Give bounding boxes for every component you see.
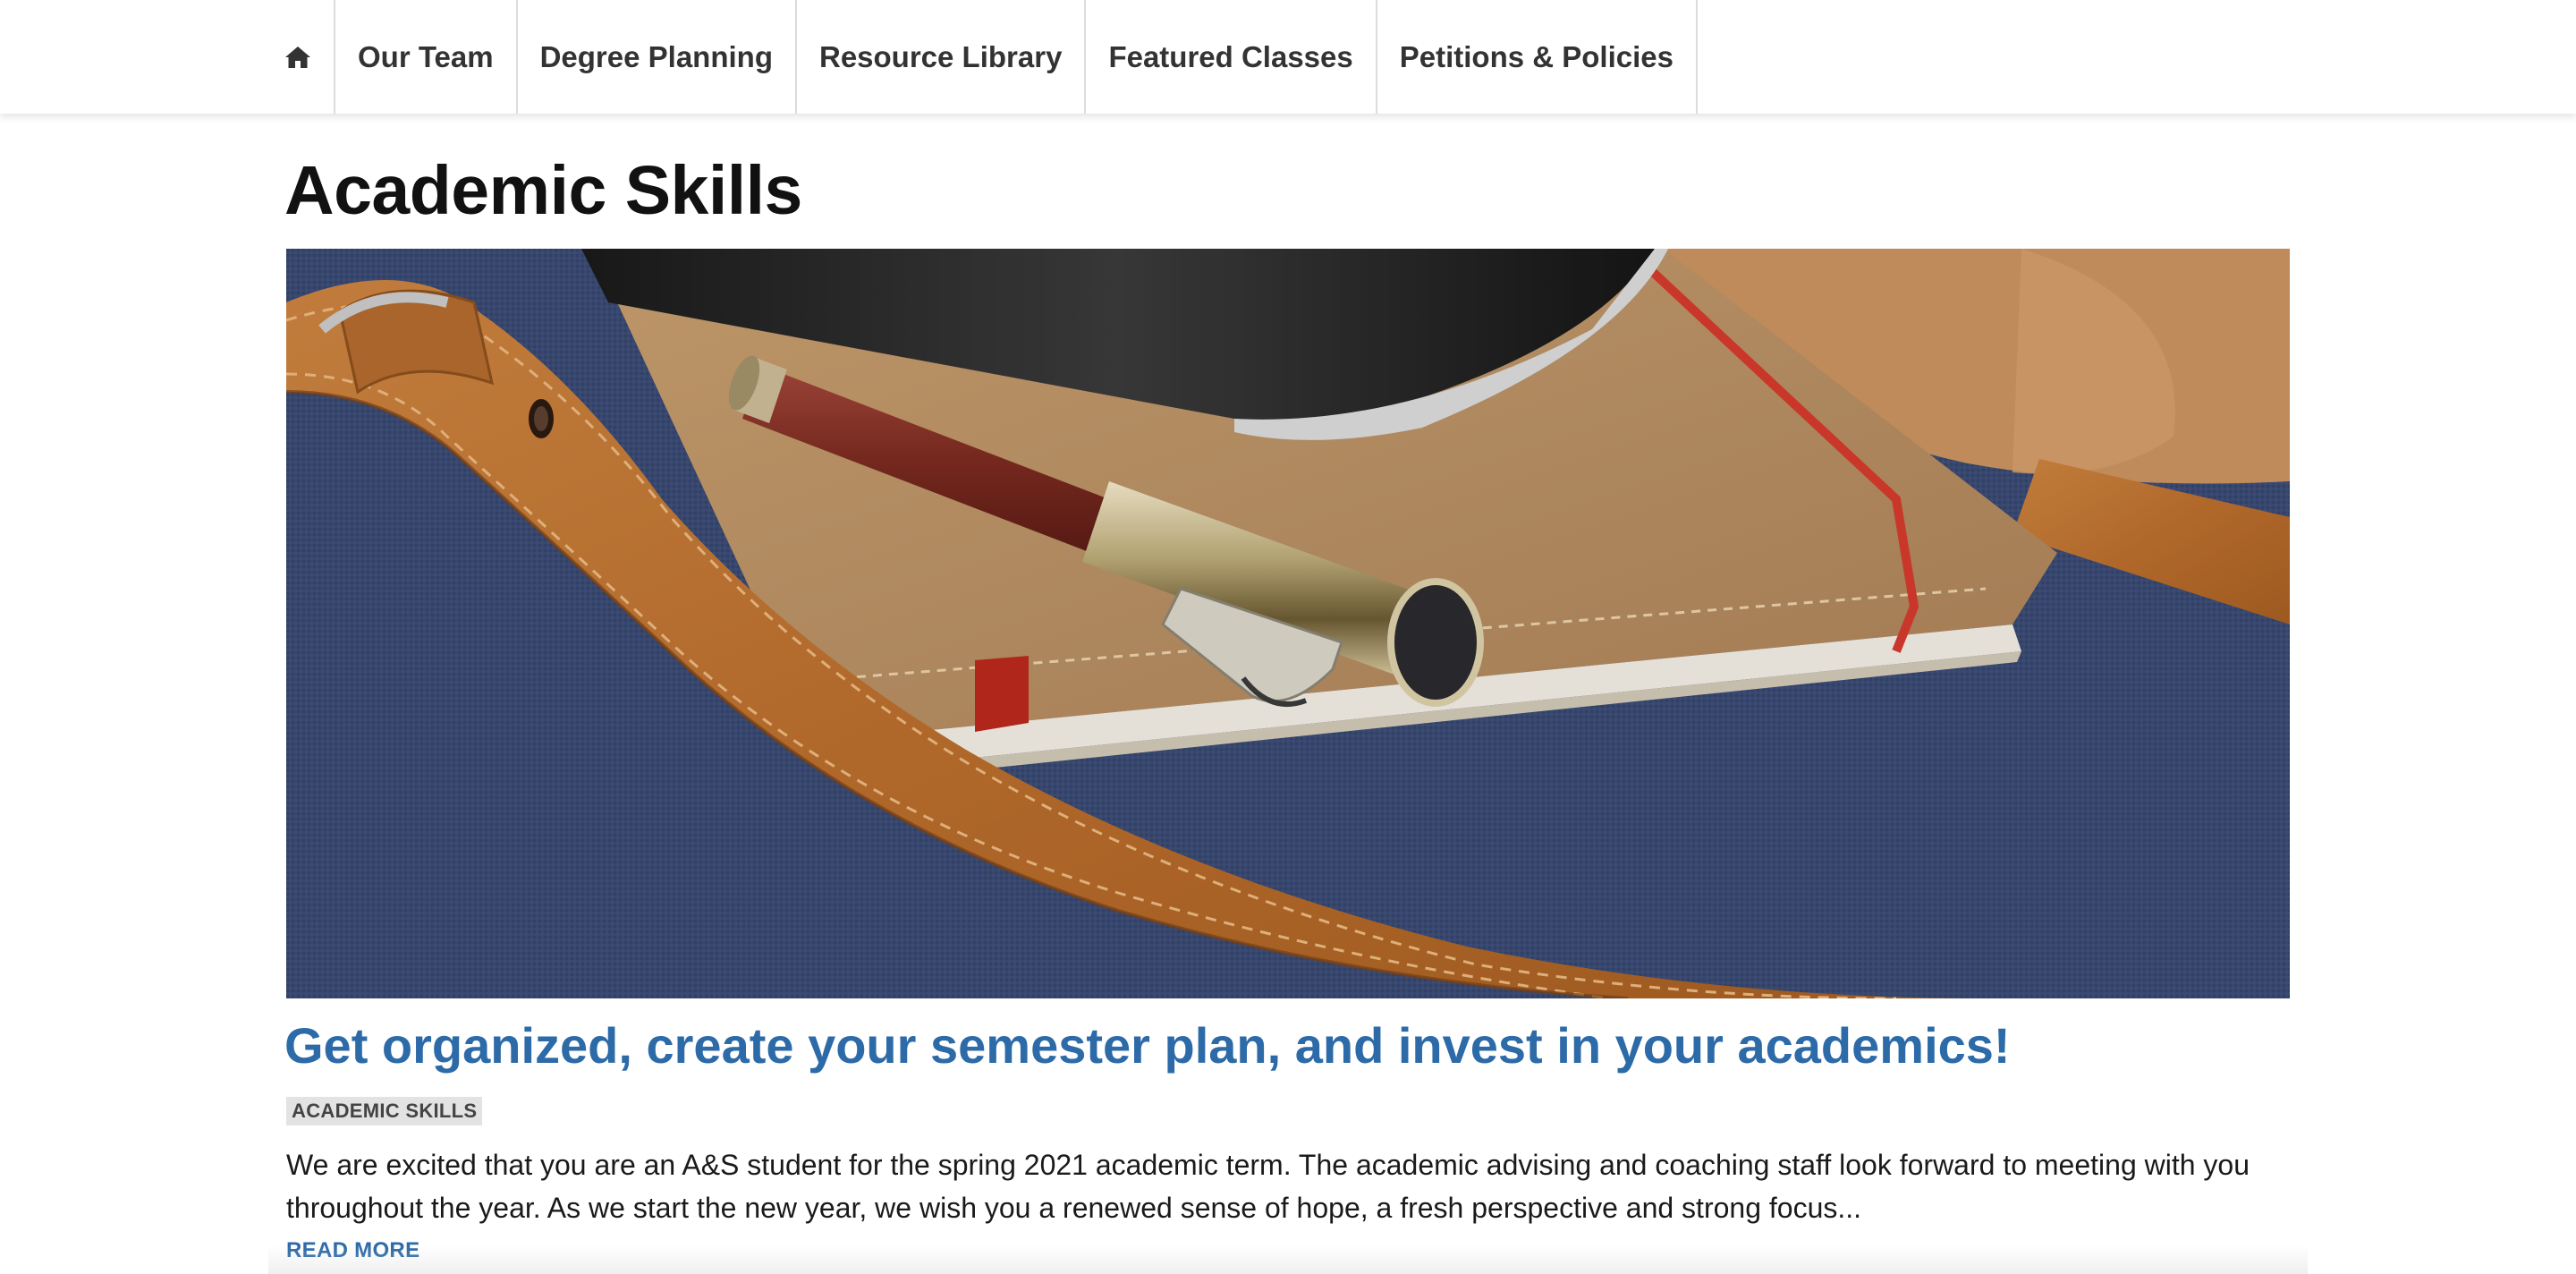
nav-item-label[interactable]: Petitions & Policies [1400, 40, 1674, 74]
post-title-link[interactable]: Get organized, create your semester plan… [284, 1015, 2011, 1077]
hero-illustration [286, 249, 2290, 998]
scroll-fade [268, 1245, 2308, 1274]
post-excerpt: We are excited that you are an A&S stude… [286, 1149, 2250, 1224]
nav-item-label[interactable]: Featured Classes [1108, 40, 1352, 74]
category-tag[interactable]: ACADEMIC SKILLS [286, 1097, 483, 1125]
hero-image[interactable] [286, 249, 2290, 998]
nav-item-label[interactable]: Our Team [358, 40, 494, 74]
nav-item-resource-library[interactable]: Resource Library [797, 0, 1087, 114]
top-navigation: Our Team Degree Planning Resource Librar… [0, 0, 2576, 114]
nav-bar: Our Team Degree Planning Resource Librar… [284, 0, 1698, 114]
nav-item-degree-planning[interactable]: Degree Planning [518, 0, 797, 114]
read-more-link[interactable]: READ MORE [286, 1238, 419, 1263]
page-title: Academic Skills [284, 152, 802, 229]
nav-item-label[interactable]: Resource Library [819, 40, 1062, 74]
nav-item-label[interactable]: Degree Planning [540, 40, 773, 74]
nav-home[interactable] [284, 0, 335, 114]
nav-item-our-team[interactable]: Our Team [335, 0, 518, 114]
nav-item-featured-classes[interactable]: Featured Classes [1086, 0, 1377, 114]
home-icon[interactable] [284, 45, 311, 70]
nav-item-petitions-policies[interactable]: Petitions & Policies [1377, 0, 1698, 114]
